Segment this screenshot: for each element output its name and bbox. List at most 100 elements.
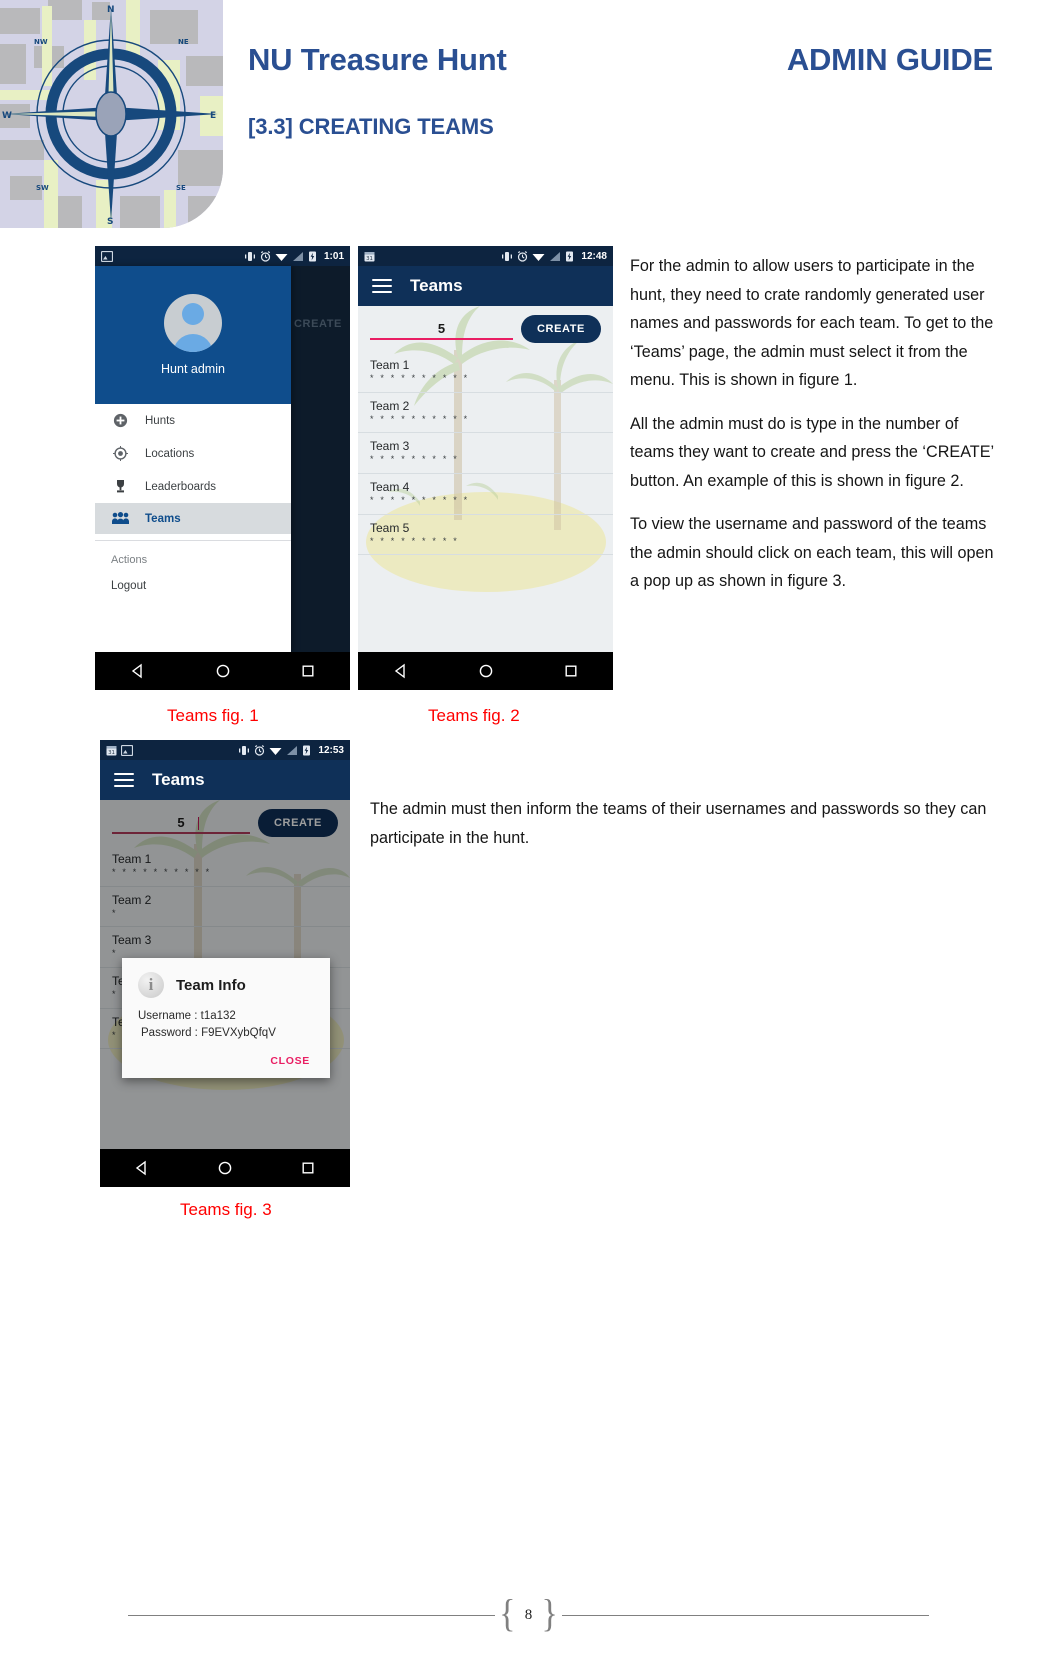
brace-right: }	[541, 1593, 558, 1637]
alarm-icon	[255, 744, 265, 756]
table-row[interactable]: Team 1 * * * * * * * * * *	[358, 352, 613, 393]
screenshot-fig3: 31 12:53 Teams 5 CREATE Team 1 * * * * *…	[100, 740, 350, 1187]
wifi-icon	[275, 253, 288, 261]
drawer-item-leaderboards[interactable]: Leaderboards	[95, 470, 291, 503]
body-text-wide: The admin must then inform the teams of …	[370, 795, 1000, 852]
home-circle-icon[interactable]	[478, 663, 494, 679]
paragraph-1: For the admin to allow users to particip…	[630, 257, 994, 390]
team-name: Team 2	[370, 398, 410, 413]
document-title: NU Treasure Hunt	[248, 42, 507, 77]
svg-text:NW: NW	[34, 38, 48, 46]
vibrate-icon	[244, 251, 255, 261]
wifi-icon	[532, 253, 545, 261]
svg-text:SE: SE	[176, 184, 186, 192]
team-info-dialog: i Team Info Username : t1a132 Password :…	[122, 958, 330, 1079]
compass-map-icon: N W E S NW NE SW SE	[0, 0, 223, 228]
battery-icon	[566, 251, 574, 262]
status-bar-fig2: 31 12:48	[358, 246, 613, 266]
team-name: Team 5	[370, 520, 410, 535]
recents-square-icon[interactable]	[300, 1160, 316, 1176]
svg-text:W: W	[2, 111, 12, 121]
close-button[interactable]: CLOSE	[266, 1052, 314, 1070]
vibrate-icon	[239, 745, 250, 755]
screenshot-fig1: 1:01 CREATE Hunt admin Hunts Locations L…	[95, 246, 350, 690]
drawer-divider	[95, 540, 291, 541]
home-circle-icon[interactable]	[215, 663, 231, 679]
dialog-body: Username : t1a132 Password : F9EVXybQfqV	[138, 1008, 314, 1041]
hamburger-menu-icon[interactable]	[114, 773, 134, 787]
dialog-username-line: Username : t1a132	[138, 1010, 236, 1022]
back-triangle-icon[interactable]	[134, 1160, 150, 1176]
vibrate-icon	[502, 251, 513, 261]
people-group-icon	[111, 512, 129, 525]
dialog-header: i Team Info	[138, 972, 314, 998]
drawer-item-label: Teams	[145, 512, 181, 525]
page-number-wrap: { 8 }	[495, 1593, 562, 1637]
home-circle-icon[interactable]	[217, 1160, 233, 1176]
create-teams-row-fig2: 5 CREATE	[358, 306, 613, 352]
navigation-drawer: Hunt admin Hunts Locations Leaderboards	[95, 266, 291, 652]
table-row[interactable]: Team 3 * * * * * * * * *	[358, 433, 613, 475]
back-triangle-icon[interactable]	[393, 663, 409, 679]
drawer-item-label: Leaderboards	[145, 480, 216, 493]
drawer-user-name: Hunt admin	[161, 362, 225, 376]
svg-text:NE: NE	[178, 38, 189, 46]
plus-circle-icon	[111, 413, 129, 428]
page-number: 8	[524, 1606, 533, 1623]
dialog-actions: CLOSE	[138, 1051, 314, 1070]
person-avatar-icon	[164, 294, 222, 352]
drawer-header: Hunt admin	[95, 266, 291, 404]
image-icon	[121, 744, 133, 756]
info-circle-icon: i	[138, 972, 164, 998]
signal-icon	[550, 251, 561, 261]
team-password-mask: * * * * * * * * * *	[370, 495, 470, 506]
svg-text:S: S	[107, 217, 113, 227]
app-bar-fig3: Teams	[100, 760, 350, 800]
drawer-item-teams[interactable]: Teams	[95, 503, 291, 534]
wifi-icon	[269, 747, 282, 755]
location-target-icon	[111, 446, 129, 461]
table-row[interactable]: Team 2 * * * * * * * * * *	[358, 393, 613, 434]
app-bar-title: Teams	[152, 770, 205, 789]
calendar-icon: 31	[106, 745, 117, 756]
dialog-title: Team Info	[176, 976, 246, 994]
recents-square-icon[interactable]	[300, 663, 316, 679]
drawer-item-locations[interactable]: Locations	[95, 437, 291, 470]
battery-icon	[308, 251, 316, 262]
team-password-mask: * * * * * * * * *	[370, 535, 459, 546]
screenshot-fig2: 31 12:48 Teams 5 CREATE Team 1 * * * * *…	[358, 246, 613, 690]
section-heading: [3.3] CREATING TEAMS	[248, 114, 494, 139]
table-row[interactable]: Team 4 * * * * * * * * * *	[358, 474, 613, 515]
footer-rule-left	[128, 1614, 496, 1616]
page-footer: { 8 }	[0, 1595, 1057, 1635]
drawer-item-logout[interactable]: Logout	[95, 573, 291, 599]
team-password-mask: * * * * * * * * * *	[370, 413, 470, 424]
caption-fig3: Teams fig. 3	[180, 1200, 272, 1219]
drawer-actions-label: Actions	[111, 554, 148, 566]
app-bar-fig2: Teams	[358, 266, 613, 306]
svg-text:E: E	[210, 111, 216, 121]
back-triangle-icon[interactable]	[130, 663, 146, 679]
drawer-item-label: Hunts	[145, 414, 176, 427]
input-underline	[370, 338, 513, 340]
page-header: N W E S NW NE SW SE NU Treasure Hunt ADM…	[0, 0, 1057, 232]
app-bar-title: Teams	[410, 276, 463, 295]
paragraph-3: To view the username and password of the…	[630, 515, 994, 591]
recents-square-icon[interactable]	[563, 663, 579, 679]
svg-text:31: 31	[108, 750, 115, 756]
hamburger-menu-icon[interactable]	[372, 279, 392, 293]
team-name: Team 3	[370, 439, 410, 454]
trophy-icon	[111, 479, 129, 494]
image-icon	[101, 250, 113, 262]
signal-icon	[292, 251, 303, 261]
svg-text:N: N	[107, 5, 115, 15]
drawer-item-hunts[interactable]: Hunts	[95, 404, 291, 437]
create-button-fig2[interactable]: CREATE	[520, 315, 601, 343]
table-row[interactable]: Team 5 * * * * * * * * *	[358, 515, 613, 556]
android-navbar-fig3	[100, 1149, 350, 1187]
drawer-item-label: Locations	[145, 447, 195, 460]
brace-left: {	[499, 1593, 516, 1637]
app-logo-tile: N W E S NW NE SW SE	[0, 0, 223, 228]
team-count-input-fig2[interactable]: 5	[370, 314, 513, 344]
signal-icon	[287, 745, 298, 755]
